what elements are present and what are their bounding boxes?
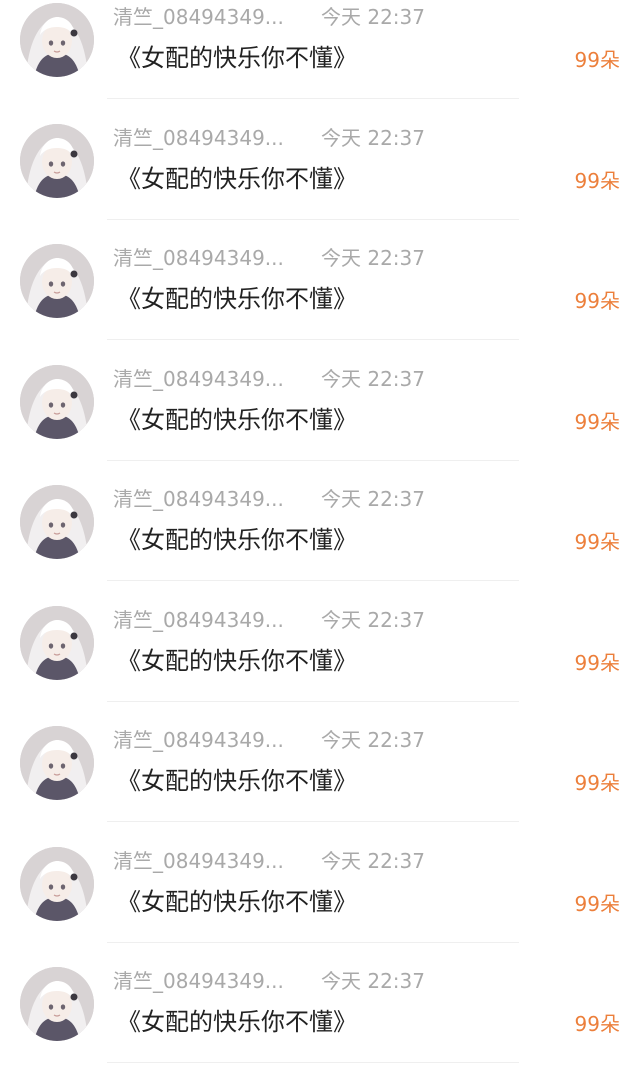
row-divider <box>107 1062 519 1063</box>
flower-count: 99朵 <box>574 530 620 554</box>
list-item[interactable]: 清竺_08494349... 今天 22:37 《女配的快乐你不懂》 99朵 <box>0 964 640 1084</box>
flower-count: 99朵 <box>574 771 620 795</box>
timestamp: 今天 22:37 <box>321 126 425 150</box>
avatar[interactable] <box>20 606 94 680</box>
book-title[interactable]: 《女配的快乐你不懂》 <box>117 1004 357 1040</box>
flower-count: 99朵 <box>574 410 620 434</box>
list-item[interactable]: 清竺_08494349... 今天 22:37 《女配的快乐你不懂》 99朵 <box>0 0 640 120</box>
gift-record-list: 清竺_08494349... 今天 22:37 《女配的快乐你不懂》 99朵 清… <box>0 0 640 1066</box>
timestamp: 今天 22:37 <box>321 969 425 993</box>
username[interactable]: 清竺_08494349... <box>113 2 284 32</box>
flower-count: 99朵 <box>574 48 620 72</box>
avatar[interactable] <box>20 726 94 800</box>
username[interactable]: 清竺_08494349... <box>113 243 284 273</box>
list-item[interactable]: 清竺_08494349... 今天 22:37 《女配的快乐你不懂》 99朵 <box>0 241 640 361</box>
flower-count: 99朵 <box>574 1012 620 1036</box>
book-title[interactable]: 《女配的快乐你不懂》 <box>117 643 357 679</box>
avatar[interactable] <box>20 244 94 318</box>
timestamp: 今天 22:37 <box>321 487 425 511</box>
list-item[interactable]: 清竺_08494349... 今天 22:37 《女配的快乐你不懂》 99朵 <box>0 723 640 843</box>
username[interactable]: 清竺_08494349... <box>113 484 284 514</box>
username[interactable]: 清竺_08494349... <box>113 725 284 755</box>
row-divider <box>107 942 519 943</box>
list-item[interactable]: 清竺_08494349... 今天 22:37 《女配的快乐你不懂》 99朵 <box>0 844 640 964</box>
row-divider <box>107 821 519 822</box>
list-item[interactable]: 清竺_08494349... 今天 22:37 《女配的快乐你不懂》 99朵 <box>0 362 640 482</box>
timestamp: 今天 22:37 <box>321 246 425 270</box>
username[interactable]: 清竺_08494349... <box>113 123 284 153</box>
timestamp: 今天 22:37 <box>321 728 425 752</box>
row-divider <box>107 580 519 581</box>
book-title[interactable]: 《女配的快乐你不懂》 <box>117 884 357 920</box>
flower-count: 99朵 <box>574 289 620 313</box>
book-title[interactable]: 《女配的快乐你不懂》 <box>117 763 357 799</box>
username[interactable]: 清竺_08494349... <box>113 846 284 876</box>
avatar[interactable] <box>20 847 94 921</box>
book-title[interactable]: 《女配的快乐你不懂》 <box>117 522 357 558</box>
flower-count: 99朵 <box>574 169 620 193</box>
row-divider <box>107 701 519 702</box>
row-divider <box>107 339 519 340</box>
timestamp: 今天 22:37 <box>321 849 425 873</box>
book-title[interactable]: 《女配的快乐你不懂》 <box>117 402 357 438</box>
list-item[interactable]: 清竺_08494349... 今天 22:37 《女配的快乐你不懂》 99朵 <box>0 121 640 241</box>
timestamp: 今天 22:37 <box>321 608 425 632</box>
avatar[interactable] <box>20 967 94 1041</box>
list-item[interactable]: 清竺_08494349... 今天 22:37 《女配的快乐你不懂》 99朵 <box>0 603 640 723</box>
username[interactable]: 清竺_08494349... <box>113 605 284 635</box>
flower-count: 99朵 <box>574 892 620 916</box>
avatar[interactable] <box>20 124 94 198</box>
timestamp: 今天 22:37 <box>321 5 425 29</box>
timestamp: 今天 22:37 <box>321 367 425 391</box>
username[interactable]: 清竺_08494349... <box>113 966 284 996</box>
username[interactable]: 清竺_08494349... <box>113 364 284 394</box>
avatar[interactable] <box>20 365 94 439</box>
book-title[interactable]: 《女配的快乐你不懂》 <box>117 161 357 197</box>
avatar[interactable] <box>20 485 94 559</box>
row-divider <box>107 219 519 220</box>
book-title[interactable]: 《女配的快乐你不懂》 <box>117 281 357 317</box>
book-title[interactable]: 《女配的快乐你不懂》 <box>117 40 357 76</box>
row-divider <box>107 98 519 99</box>
list-item[interactable]: 清竺_08494349... 今天 22:37 《女配的快乐你不懂》 99朵 <box>0 482 640 602</box>
row-divider <box>107 460 519 461</box>
flower-count: 99朵 <box>574 651 620 675</box>
avatar[interactable] <box>20 3 94 77</box>
